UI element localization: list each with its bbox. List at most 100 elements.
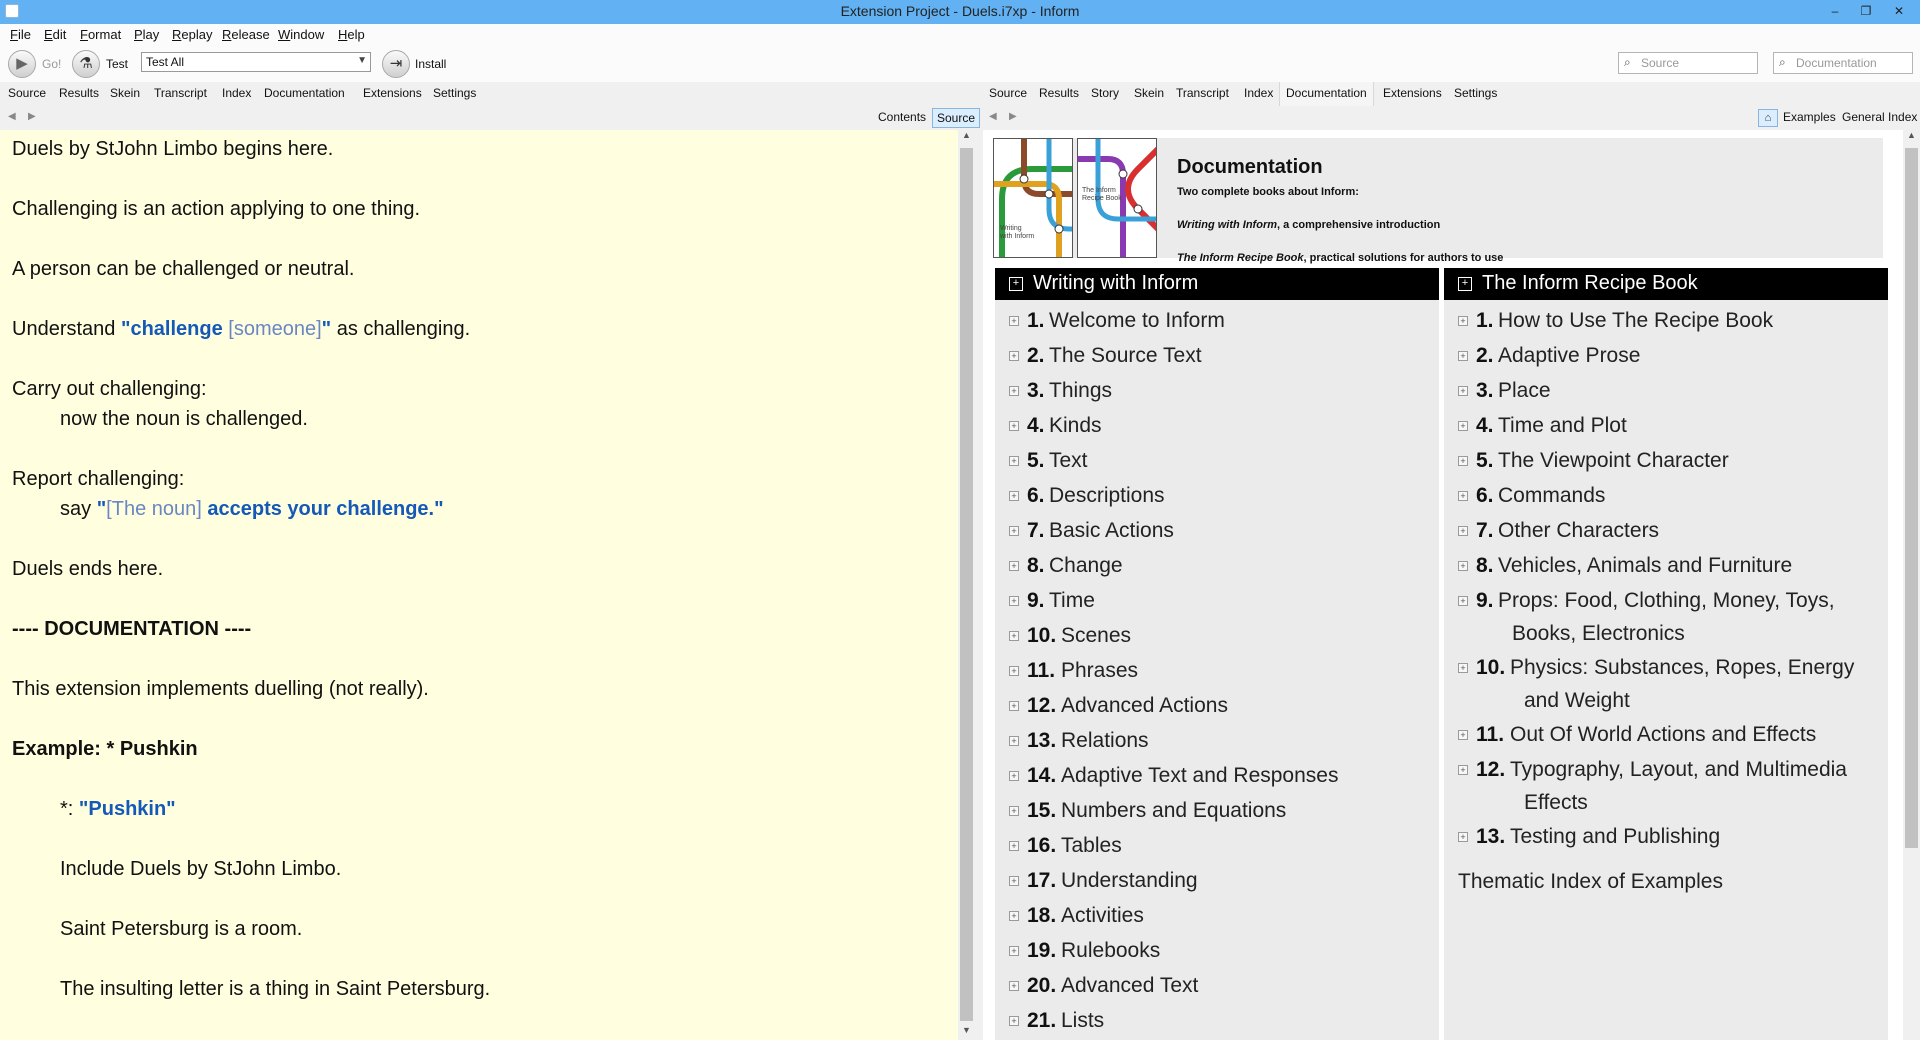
source-link[interactable]: Source (932, 108, 981, 128)
expand-icon[interactable]: + (1009, 491, 1019, 501)
left-tab-index[interactable]: Index (222, 86, 251, 100)
chapter-title: Numbers and Equations (1061, 799, 1287, 822)
expand-icon[interactable]: + (1009, 316, 1019, 326)
minimize-button[interactable]: – (1822, 1, 1848, 21)
contents-link[interactable]: Contents (878, 110, 926, 124)
menu-edit[interactable]: Edit (44, 27, 66, 42)
writing-with-inform-cover[interactable]: Writing with Inform (993, 138, 1073, 258)
left-tab-transcript[interactable]: Transcript (154, 86, 207, 100)
writing-with-inform-header[interactable]: + Writing with Inform (995, 268, 1439, 300)
expand-icon[interactable]: + (1458, 456, 1468, 466)
expand-icon[interactable]: + (1458, 561, 1468, 571)
expand-icon[interactable]: + (1458, 316, 1468, 326)
menu-help[interactable]: Help (338, 27, 365, 42)
expand-icon[interactable]: + (1009, 351, 1019, 361)
left-tab-skein[interactable]: Skein (110, 86, 140, 100)
right-tab-story[interactable]: Story (1091, 86, 1119, 100)
expand-icon[interactable]: + (1009, 456, 1019, 466)
expand-icon[interactable]: + (1009, 386, 1019, 396)
source-search-input[interactable]: ⌕ Source (1618, 52, 1758, 74)
right-tab-transcript[interactable]: Transcript (1176, 86, 1229, 100)
menu-play[interactable]: Play (134, 27, 159, 42)
expand-icon[interactable]: + (1458, 663, 1468, 673)
menu-release[interactable]: Release (222, 27, 270, 42)
go-button[interactable]: ▶ (8, 50, 36, 78)
install-button[interactable]: ⇥ (382, 50, 410, 78)
home-icon[interactable]: ⌂ (1758, 109, 1778, 127)
scrollbar-thumb[interactable] (1905, 148, 1918, 848)
source-scrollbar[interactable]: ▲ ▼ (958, 130, 975, 1040)
expand-icon[interactable]: + (1009, 277, 1023, 291)
right-tab-settings[interactable]: Settings (1454, 86, 1497, 100)
scroll-down-icon[interactable]: ▼ (958, 1025, 975, 1035)
source-search-placeholder: Source (1641, 56, 1680, 70)
scrollbar-thumb[interactable] (960, 148, 973, 1021)
test-button[interactable]: ⚗ (72, 50, 100, 78)
expand-icon[interactable]: + (1009, 596, 1019, 606)
right-tab-source[interactable]: Source (989, 86, 1027, 100)
expand-icon[interactable]: + (1458, 832, 1468, 842)
restore-button[interactable]: ❐ (1853, 1, 1879, 21)
right-tab-results[interactable]: Results (1039, 86, 1079, 100)
expand-icon[interactable]: + (1009, 561, 1019, 571)
expand-icon[interactable]: + (1009, 876, 1019, 886)
left-tab-settings[interactable]: Settings (433, 86, 476, 100)
forward-arrow-icon[interactable]: ▶ (1009, 111, 1017, 122)
expand-icon[interactable]: + (1009, 946, 1019, 956)
scroll-up-icon[interactable]: ▲ (1903, 130, 1920, 140)
expand-icon[interactable]: + (1458, 526, 1468, 536)
expand-icon[interactable]: + (1458, 351, 1468, 361)
chapter-number: 10. (1027, 624, 1057, 647)
right-tab-index[interactable]: Index (1244, 86, 1273, 100)
menu-window[interactable]: Window (278, 27, 324, 42)
left-tab-documentation[interactable]: Documentation (264, 86, 345, 100)
back-arrow-icon[interactable]: ◀ (989, 111, 997, 122)
menu-format[interactable]: Format (80, 27, 121, 42)
expand-icon[interactable]: + (1458, 765, 1468, 775)
doc-search-input[interactable]: ⌕ Documentation (1773, 52, 1913, 74)
expand-icon[interactable]: + (1009, 631, 1019, 641)
expand-icon[interactable]: + (1458, 491, 1468, 501)
left-tab-source[interactable]: Source (8, 86, 46, 100)
doc-scrollbar[interactable]: ▲ (1903, 130, 1920, 1040)
close-button[interactable]: ✕ (1886, 1, 1912, 21)
expand-icon[interactable]: + (1009, 421, 1019, 431)
recipe-book-header[interactable]: + The Inform Recipe Book (1444, 268, 1888, 300)
general-index-link[interactable]: General Index (1842, 110, 1917, 124)
menu-file[interactable]: File (10, 27, 31, 42)
expand-icon[interactable]: + (1458, 277, 1472, 291)
thematic-index-link[interactable]: Thematic Index of Examples (1458, 870, 1723, 894)
expand-icon[interactable]: + (1009, 981, 1019, 991)
right-tab-extensions[interactable]: Extensions (1383, 86, 1442, 100)
forward-arrow-icon[interactable]: ▶ (28, 111, 36, 122)
menu-bar: File Edit Format Play Replay Release Win… (0, 24, 1920, 46)
source-line: Carry out challenging: (12, 378, 207, 400)
expand-icon[interactable]: + (1009, 526, 1019, 536)
expand-icon[interactable]: + (1009, 771, 1019, 781)
left-tab-results[interactable]: Results (59, 86, 99, 100)
recipe-book-cover[interactable]: The Inform Recipe Book (1077, 138, 1157, 258)
scroll-up-icon[interactable]: ▲ (958, 130, 975, 140)
expand-icon[interactable]: + (1458, 596, 1468, 606)
examples-link[interactable]: Examples (1783, 110, 1836, 124)
expand-icon[interactable]: + (1009, 736, 1019, 746)
right-tab-documentation[interactable]: Documentation (1279, 82, 1374, 106)
expand-icon[interactable]: + (1458, 386, 1468, 396)
expand-icon[interactable]: + (1009, 666, 1019, 676)
expand-icon[interactable]: + (1009, 911, 1019, 921)
right-tab-skein[interactable]: Skein (1134, 86, 1164, 100)
source-editor[interactable]: Duels by StJohn Limbo begins here. Chall… (0, 130, 960, 1040)
back-arrow-icon[interactable]: ◀ (8, 111, 16, 122)
source-line: now the noun is challenged. (60, 408, 308, 430)
menu-replay[interactable]: Replay (172, 27, 212, 42)
source-line: Duels ends here. (12, 558, 164, 580)
expand-icon[interactable]: + (1458, 730, 1468, 740)
source-line: A person can be challenged or neutral. (12, 258, 355, 280)
test-select[interactable]: Test All ▼ (141, 52, 371, 72)
expand-icon[interactable]: + (1458, 421, 1468, 431)
left-tab-extensions[interactable]: Extensions (363, 86, 422, 100)
expand-icon[interactable]: + (1009, 841, 1019, 851)
expand-icon[interactable]: + (1009, 701, 1019, 711)
expand-icon[interactable]: + (1009, 806, 1019, 816)
expand-icon[interactable]: + (1009, 1016, 1019, 1026)
